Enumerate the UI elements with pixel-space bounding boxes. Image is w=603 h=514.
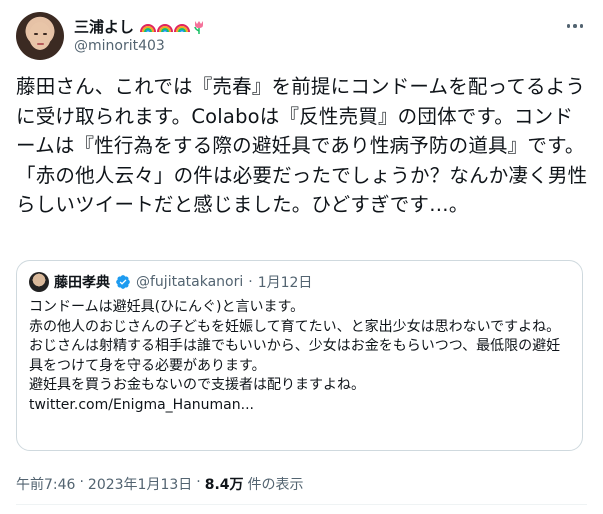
tweet-date[interactable]: 2023年1月13日 [88, 474, 192, 494]
separator-dot: · [79, 474, 84, 490]
quoted-tweet-text: コンドームは避妊具(ひにんぐ)と言います。 赤の他人のおじさんの子どもを妊娠して… [29, 299, 561, 413]
author-avatar[interactable] [16, 12, 64, 60]
rainbow-icon [174, 23, 191, 32]
name-emojis [140, 19, 207, 35]
tweet-time[interactable]: 午前7:46 [16, 474, 75, 494]
view-count: 8.4万 [204, 477, 244, 493]
quoted-tweet-header: 藤田孝典 @fujitatakanori · 1月12日 [29, 272, 312, 292]
quoted-author-avatar [29, 272, 49, 292]
separator-dot: · [196, 474, 201, 490]
divider [16, 504, 587, 505]
rainbow-icon [140, 23, 157, 32]
quoted-author-handle: @fujitatakanori [136, 274, 244, 290]
author-name[interactable]: 三浦よし [74, 16, 134, 37]
more-options-icon[interactable] [563, 16, 587, 36]
quoted-author-name: 藤田孝典 [54, 275, 110, 291]
verified-badge-icon [116, 275, 130, 289]
author-handle[interactable]: @minorit403 [74, 38, 165, 54]
tweet-text: 藤田さん、これでは『売春』を前提にコンドームを配ってるように受け取られます。Co… [16, 75, 588, 217]
rainbow-icon [157, 23, 174, 32]
separator-dot: · [248, 274, 253, 290]
quoted-tweet[interactable]: 藤田孝典 @fujitatakanori · 1月12日 コンドームは避妊具(ひ… [16, 260, 583, 451]
quoted-tweet-date[interactable]: 1月12日 [258, 272, 313, 292]
tulip-icon [194, 20, 204, 34]
tweet-header: 三浦よし @minorit403 [16, 10, 587, 62]
tweet-meta: 午前7:46 · 2023年1月13日 · 8.4万 件の表示 [16, 474, 304, 494]
author-name-row[interactable]: 三浦よし [74, 16, 207, 37]
view-count-label: 件の表示 [247, 477, 304, 493]
